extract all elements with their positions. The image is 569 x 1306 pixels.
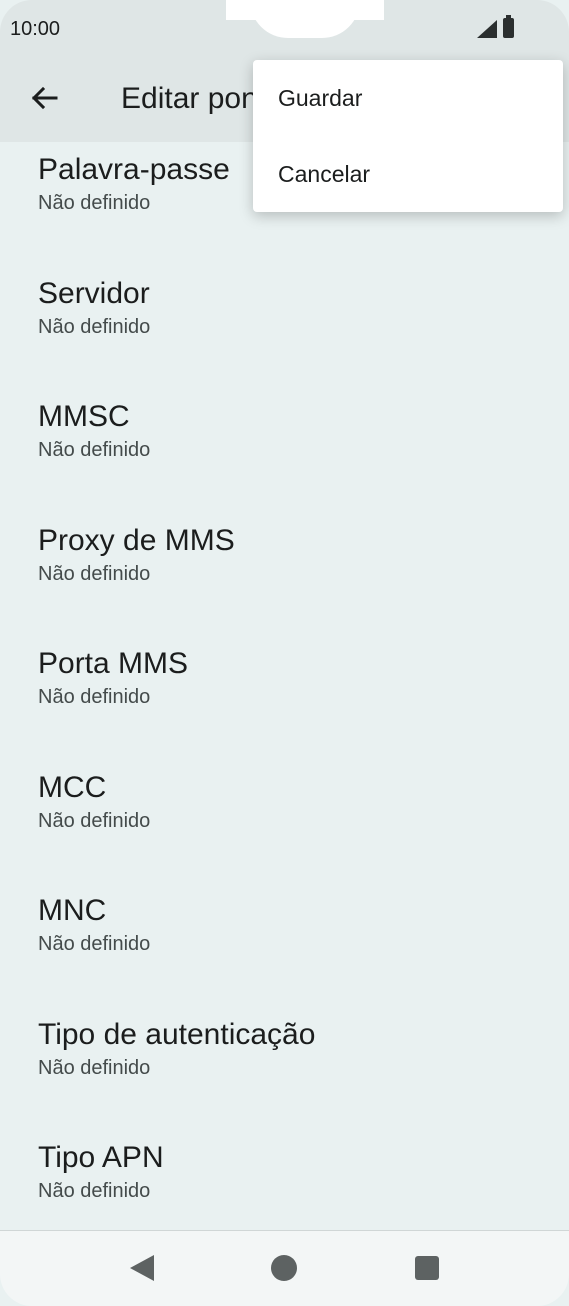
item-value: Não definido xyxy=(38,686,151,708)
notch-edge-right xyxy=(354,0,384,20)
item-value: Não definido xyxy=(38,1180,151,1202)
camera-notch xyxy=(250,0,360,38)
overflow-menu: Guardar Cancelar xyxy=(253,60,563,212)
item-label: Porta MMS xyxy=(38,647,189,680)
signal-icon xyxy=(477,20,497,38)
status-bar: 10:00 xyxy=(0,0,569,60)
nav-home-icon[interactable] xyxy=(271,1255,297,1281)
list-item-mnc[interactable]: MNC Não definido xyxy=(38,893,538,957)
item-label: MMSC xyxy=(38,400,130,433)
item-value: Não definido xyxy=(38,933,151,955)
item-label: Servidor xyxy=(38,277,150,310)
menu-item-label: Guardar xyxy=(278,85,363,111)
battery-icon xyxy=(503,15,514,38)
item-label: MNC xyxy=(38,894,107,927)
item-value: Não definido xyxy=(38,439,151,461)
menu-item-cancelar[interactable]: Cancelar xyxy=(253,136,563,212)
page-title: Editar ponto de acesso xyxy=(121,82,261,115)
list-item-porta-mms[interactable]: Porta MMS Não definido xyxy=(38,646,538,710)
status-time: 10:00 xyxy=(10,18,61,40)
item-label: Tipo APN xyxy=(38,1141,164,1174)
screen: 10:00 Editar ponto de acesso Palavra-pas… xyxy=(0,0,569,1306)
nav-back-icon[interactable] xyxy=(130,1255,154,1281)
list-item-tipo-autenticacao[interactable]: Tipo de autenticação Não definido xyxy=(38,1017,538,1081)
list-item-tipo-apn[interactable]: Tipo APN Não definido xyxy=(38,1140,538,1204)
menu-item-label: Cancelar xyxy=(278,161,371,187)
list-item-proxy-mms[interactable]: Proxy de MMS Não definido xyxy=(38,523,538,587)
item-label: Tipo de autenticação xyxy=(38,1018,316,1051)
item-label: Proxy de MMS xyxy=(38,524,235,557)
list-item-mmsc[interactable]: MMSC Não definido xyxy=(38,399,538,463)
list-item-servidor[interactable]: Servidor Não definido xyxy=(38,276,538,340)
list-item-mcc[interactable]: MCC Não definido xyxy=(38,770,538,834)
nav-recents-icon[interactable] xyxy=(415,1256,439,1280)
item-value: Não definido xyxy=(38,1057,151,1079)
item-value: Não definido xyxy=(38,316,151,338)
back-arrow-icon[interactable] xyxy=(26,80,62,116)
menu-item-guardar[interactable]: Guardar xyxy=(253,60,563,136)
status-icons xyxy=(469,15,529,40)
navigation-bar xyxy=(0,1230,569,1306)
item-label: MCC xyxy=(38,771,107,804)
item-value: Não definido xyxy=(38,563,151,585)
item-value: Não definido xyxy=(38,810,151,832)
